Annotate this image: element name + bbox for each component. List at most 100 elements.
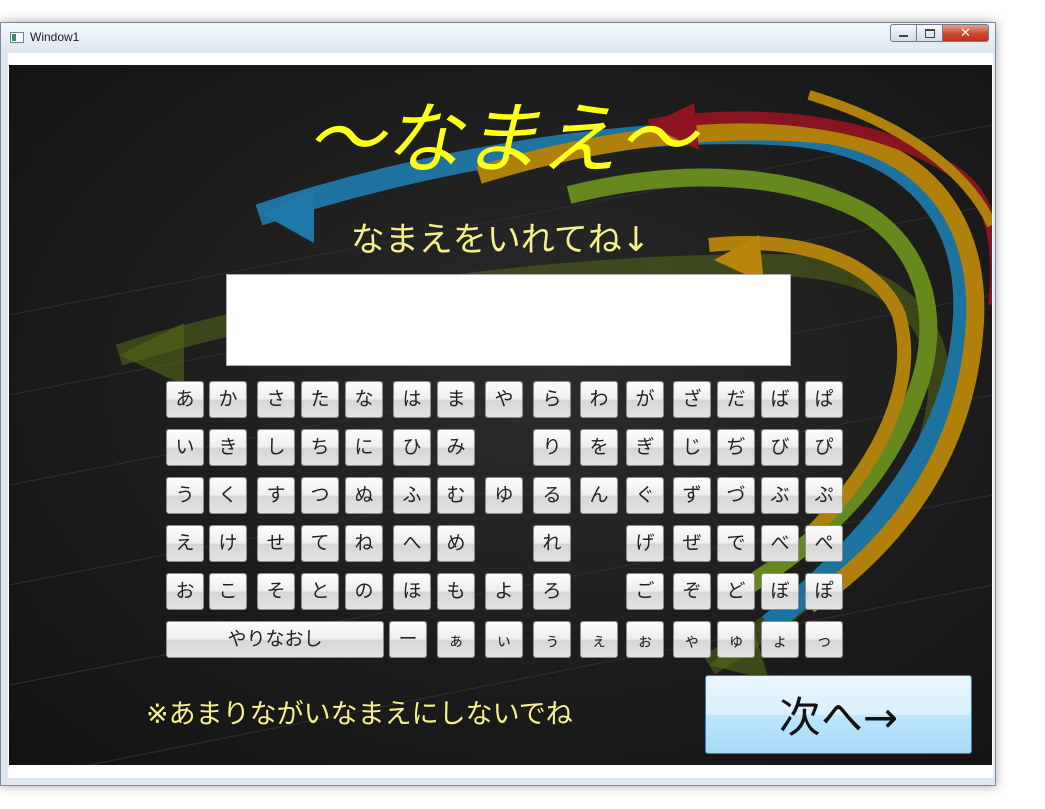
key-r5-c8[interactable]: よ: [485, 573, 523, 610]
close-icon: ✕: [960, 25, 971, 41]
key-r5-c5[interactable]: の: [345, 573, 383, 610]
key-small-8[interactable]: ょ: [761, 621, 799, 658]
key-r5-c12[interactable]: ぞ: [673, 573, 711, 610]
next-button[interactable]: 次へ→: [705, 675, 972, 754]
key-r5-c14[interactable]: ぼ: [761, 573, 799, 610]
key-r3-c3[interactable]: す: [257, 477, 295, 514]
minimize-button[interactable]: [890, 24, 917, 42]
key-r5-c4[interactable]: と: [301, 573, 339, 610]
key-r2-c3[interactable]: し: [257, 429, 295, 466]
key-r1-c10[interactable]: わ: [580, 381, 618, 418]
key-r1-c9[interactable]: ら: [533, 381, 571, 418]
key-small-4[interactable]: ぇ: [580, 621, 618, 658]
name-input[interactable]: [226, 274, 791, 366]
key-r4-c9[interactable]: れ: [533, 525, 571, 562]
key-r4-c2[interactable]: け: [209, 525, 247, 562]
key-r1-c13[interactable]: だ: [717, 381, 755, 418]
key-r2-c15[interactable]: ぴ: [805, 429, 843, 466]
key-r5-c11[interactable]: ご: [626, 573, 664, 610]
key-r5-c2[interactable]: こ: [209, 573, 247, 610]
key-r3-c4[interactable]: つ: [301, 477, 339, 514]
key-r1-c12[interactable]: ざ: [673, 381, 711, 418]
key-r2-c9[interactable]: り: [533, 429, 571, 466]
key-r5-c9[interactable]: ろ: [533, 573, 571, 610]
key-small-7[interactable]: ゅ: [717, 621, 755, 658]
key-r1-c7[interactable]: ま: [437, 381, 475, 418]
key-r3-c7[interactable]: む: [437, 477, 475, 514]
key-r1-c5[interactable]: な: [345, 381, 383, 418]
clear-button[interactable]: やりなおし: [166, 621, 384, 658]
window-title: Window1: [30, 30, 80, 44]
key-r1-c8[interactable]: や: [485, 381, 523, 418]
client-area: ～なまえ～ なまえをいれてね↓ あかさたなはまやらわがざだばぱいきしちにひみ りを…: [8, 53, 993, 778]
key-r5-c7[interactable]: も: [437, 573, 475, 610]
maximize-icon: [924, 28, 935, 38]
key-r5-c3[interactable]: そ: [257, 573, 295, 610]
key-r4-c12[interactable]: ぜ: [673, 525, 711, 562]
key-r4-c6[interactable]: へ: [393, 525, 431, 562]
name-entry-screen: ～なまえ～ なまえをいれてね↓ あかさたなはまやらわがざだばぱいきしちにひみ りを…: [9, 65, 992, 765]
key-r2-c10[interactable]: を: [580, 429, 618, 466]
key-small-2[interactable]: ぃ: [485, 621, 523, 658]
key-r5-c6[interactable]: ほ: [393, 573, 431, 610]
key-small-6[interactable]: ゃ: [673, 621, 711, 658]
key-r5-c15[interactable]: ぽ: [805, 573, 843, 610]
key-r3-c5[interactable]: ぬ: [345, 477, 383, 514]
key-r3-c12[interactable]: ず: [673, 477, 711, 514]
minimize-icon: [899, 35, 908, 37]
key-small-9[interactable]: っ: [805, 621, 843, 658]
title-bar[interactable]: Window1 ✕: [1, 23, 995, 53]
key-r5-c13[interactable]: ど: [717, 573, 755, 610]
key-r3-c8[interactable]: ゆ: [485, 477, 523, 514]
key-r2-c7[interactable]: み: [437, 429, 475, 466]
key-r2-c6[interactable]: ひ: [393, 429, 431, 466]
key-small-3[interactable]: ぅ: [533, 621, 571, 658]
key-r4-c4[interactable]: て: [301, 525, 339, 562]
key-r4-c15[interactable]: ぺ: [805, 525, 843, 562]
close-button[interactable]: ✕: [943, 24, 989, 42]
key-r2-c12[interactable]: じ: [673, 429, 711, 466]
window-icon: [10, 32, 24, 43]
key-r1-c11[interactable]: が: [626, 381, 664, 418]
key-r3-c1[interactable]: う: [166, 477, 204, 514]
key-r4-c13[interactable]: で: [717, 525, 755, 562]
key-r1-c3[interactable]: さ: [257, 381, 295, 418]
key-r1-c14[interactable]: ば: [761, 381, 799, 418]
key-r2-c4[interactable]: ち: [301, 429, 339, 466]
key-r2-c5[interactable]: に: [345, 429, 383, 466]
key-r2-c11[interactable]: ぎ: [626, 429, 664, 466]
key-r4-c14[interactable]: べ: [761, 525, 799, 562]
key-r3-c13[interactable]: づ: [717, 477, 755, 514]
key-small-5[interactable]: ぉ: [626, 621, 664, 658]
key-r2-c14[interactable]: び: [761, 429, 799, 466]
key-r4-c11[interactable]: げ: [626, 525, 664, 562]
key-r3-c9[interactable]: る: [533, 477, 571, 514]
key-long-vowel[interactable]: ー: [389, 621, 427, 658]
key-r1-c1[interactable]: あ: [166, 381, 204, 418]
length-warning: ※あまりながいなまえにしないでね: [146, 699, 573, 730]
app-window: Window1 ✕ ～なまえ～ なまえをいれてね↓ あ か さ た な は ま …: [0, 22, 996, 786]
key-r1-c15[interactable]: ぱ: [805, 381, 843, 418]
key-r4-c7[interactable]: め: [437, 525, 475, 562]
key-small-1[interactable]: ぁ: [437, 621, 475, 658]
page-title: ～なまえ～: [305, 95, 696, 185]
key-r1-c6[interactable]: は: [393, 381, 431, 418]
key-r5-c1[interactable]: お: [166, 573, 204, 610]
key-r3-c6[interactable]: ふ: [393, 477, 431, 514]
caption-buttons: ✕: [890, 24, 989, 42]
key-r3-c14[interactable]: ぶ: [761, 477, 799, 514]
maximize-button[interactable]: [917, 24, 943, 42]
key-r4-c3[interactable]: せ: [257, 525, 295, 562]
key-r1-c4[interactable]: た: [301, 381, 339, 418]
key-r2-c1[interactable]: い: [166, 429, 204, 466]
page-subtitle: なまえをいれてね↓: [350, 220, 651, 260]
key-r3-c15[interactable]: ぷ: [805, 477, 843, 514]
key-r4-c5[interactable]: ね: [345, 525, 383, 562]
key-r3-c11[interactable]: ぐ: [626, 477, 664, 514]
key-r1-c2[interactable]: か: [209, 381, 247, 418]
key-r4-c1[interactable]: え: [166, 525, 204, 562]
key-r3-c2[interactable]: く: [209, 477, 247, 514]
key-r3-c10[interactable]: ん: [580, 477, 618, 514]
key-r2-c2[interactable]: き: [209, 429, 247, 466]
key-r2-c13[interactable]: ぢ: [717, 429, 755, 466]
